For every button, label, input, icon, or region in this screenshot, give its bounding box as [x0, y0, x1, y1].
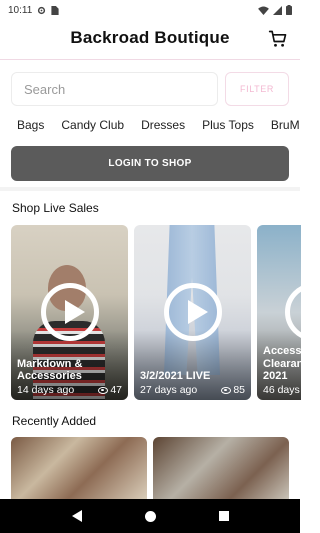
live-sale-views: 85 [221, 384, 245, 396]
live-sale-card[interactable]: Accessories Clearance 2021 46 days [257, 225, 301, 400]
view-count: 47 [110, 384, 122, 396]
category-bags[interactable]: Bags [17, 114, 44, 138]
cart-icon[interactable] [268, 29, 288, 49]
play-icon[interactable] [41, 283, 99, 341]
live-sale-age: 14 days ago [17, 384, 75, 396]
app-title: Backroad Boutique [70, 28, 230, 47]
signal-icon [273, 5, 282, 15]
battery-icon [286, 5, 292, 15]
recent-apps-icon[interactable] [218, 511, 229, 521]
login-to-shop-button[interactable]: LOGIN TO SHOP [11, 146, 289, 181]
category-plus-tops[interactable]: Plus Tops [202, 114, 254, 138]
system-nav-bar [0, 499, 300, 533]
eye-icon [98, 386, 109, 394]
live-sale-title: Markdown & Accessories [17, 357, 83, 383]
live-sales-carousel[interactable]: Markdown & Accessories 14 days ago 47 3/… [11, 225, 301, 400]
recently-added-title: Recently Added [12, 414, 97, 428]
status-time: 10:11 [8, 4, 33, 16]
wifi-icon [258, 5, 269, 15]
category-list: Bags Candy Club Dresses Plus Tops BruM [0, 114, 300, 138]
live-sale-age: 27 days ago [140, 384, 198, 396]
search-input[interactable] [11, 72, 218, 106]
category-candy-club[interactable]: Candy Club [61, 114, 124, 138]
live-sale-meta: 46 days [263, 384, 301, 396]
section-divider [0, 187, 300, 191]
recently-added-carousel[interactable] [11, 437, 301, 499]
live-sale-meta: 27 days ago 85 [140, 384, 245, 396]
play-icon[interactable] [164, 283, 222, 341]
product-card[interactable] [11, 437, 147, 499]
live-sale-title: Accessories Clearance 2021 [263, 345, 301, 383]
settings-icon [38, 6, 46, 14]
category-dresses[interactable]: Dresses [141, 114, 185, 138]
live-sale-card[interactable]: 3/2/2021 LIVE 27 days ago 85 [134, 225, 251, 400]
home-icon[interactable] [144, 510, 156, 522]
back-icon[interactable] [71, 510, 82, 522]
live-sale-views: 47 [98, 384, 122, 396]
view-count: 85 [233, 384, 245, 396]
product-card[interactable] [153, 437, 289, 499]
filter-button[interactable]: FILTER [225, 72, 289, 106]
live-sale-title: 3/2/2021 LIVE [140, 370, 211, 383]
live-sales-title: Shop Live Sales [12, 201, 99, 215]
live-sale-card[interactable]: Markdown & Accessories 14 days ago 47 [11, 225, 128, 400]
live-sale-meta: 14 days ago 47 [17, 384, 122, 396]
eye-icon [221, 386, 232, 394]
status-bar: 10:11 [0, 0, 300, 20]
category-brum[interactable]: BruM [271, 114, 300, 138]
sim-card-icon [51, 5, 59, 15]
app-header: Backroad Boutique [0, 20, 300, 60]
live-sale-age: 46 days [263, 384, 300, 396]
